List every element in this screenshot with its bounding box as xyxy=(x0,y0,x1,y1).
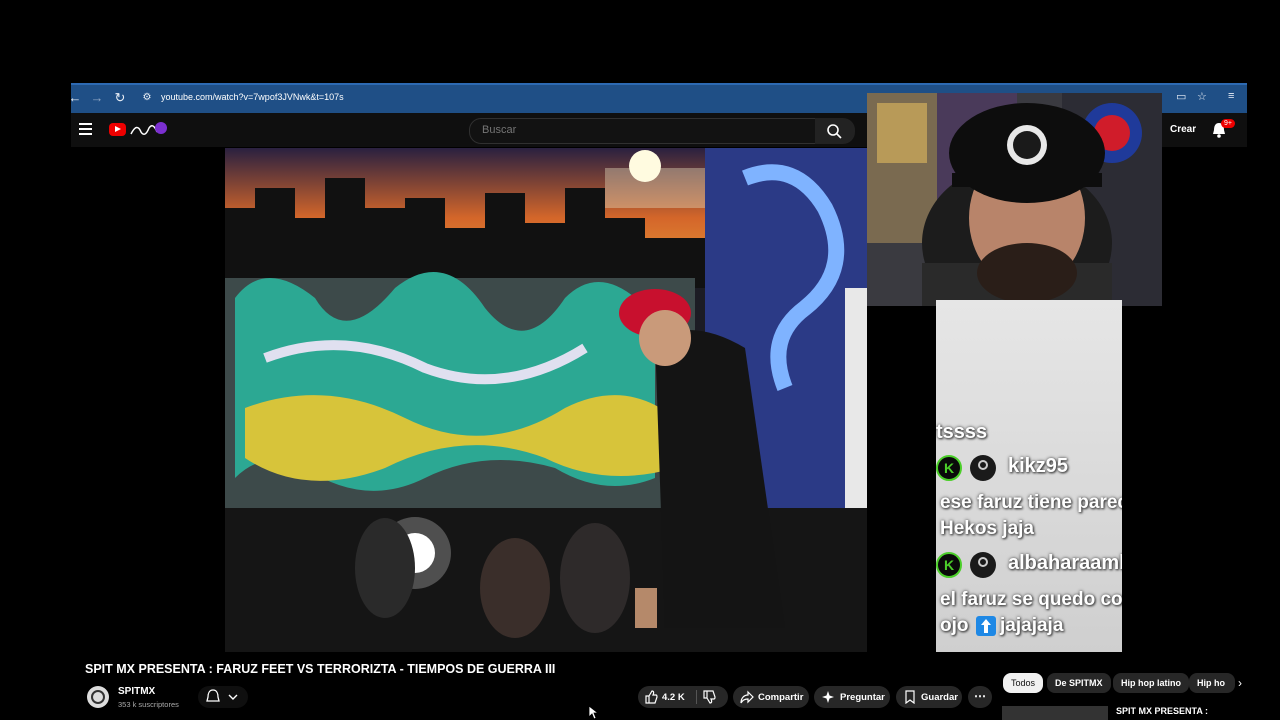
chat-username: albaharaambar xyxy=(1008,552,1122,574)
save-button[interactable]: Guardar xyxy=(896,686,962,708)
save-label: Guardar xyxy=(921,692,958,703)
forward-arrow-icon[interactable]: → xyxy=(88,89,106,107)
reading-list-icon[interactable]: ≡ xyxy=(1228,90,1234,102)
chip-hip-hop[interactable]: Hip ho xyxy=(1189,673,1235,693)
chip-from-channel[interactable]: De SPITMX xyxy=(1047,673,1111,693)
video-player[interactable] xyxy=(225,148,867,652)
bell-dropdown-icon xyxy=(206,689,238,702)
streamer-webcam xyxy=(867,93,1162,306)
subscription-bell-button[interactable] xyxy=(198,686,248,708)
chat-message: ojo xyxy=(940,615,969,636)
like-count[interactable]: 4.2 K xyxy=(662,692,685,703)
chip-all[interactable]: Todos xyxy=(1003,673,1044,693)
chat-message: jajajaja xyxy=(1000,615,1064,636)
recommendation-title[interactable]: SPIT MX PRESENTA : xyxy=(1116,706,1208,716)
share-label: Compartir xyxy=(758,692,804,703)
more-actions-button[interactable]: ⋯ xyxy=(968,686,992,708)
video-frame-image xyxy=(225,148,867,652)
search-box[interactable] xyxy=(469,118,816,144)
ask-label: Preguntar xyxy=(840,692,885,703)
site-info-icon[interactable]: ⚙ xyxy=(138,89,156,107)
chevron-right-icon[interactable]: › xyxy=(1238,676,1242,690)
chat-message: ese faruz tiene parecido al xyxy=(940,492,1122,513)
kick-badge-icon xyxy=(936,455,962,481)
arrow-up-emoji-icon xyxy=(976,616,996,636)
bookmark-icon xyxy=(905,690,915,704)
reload-icon[interactable]: ↻ xyxy=(111,89,129,107)
like-dislike-group: 4.2 K xyxy=(638,686,728,708)
chat-message: el faruz se quedo con el buen xyxy=(940,589,1122,610)
webcam-image xyxy=(867,93,1162,306)
search-input[interactable] xyxy=(482,124,802,136)
pill-divider xyxy=(696,690,697,704)
share-button[interactable]: Compartir xyxy=(733,686,809,708)
mouse-cursor-icon xyxy=(589,706,599,720)
install-icon[interactable]: ▭ xyxy=(1176,90,1186,103)
channel-name[interactable]: SPITMX xyxy=(118,686,155,697)
like-icon[interactable] xyxy=(644,690,658,704)
notification-badge: 9+ xyxy=(1221,119,1235,128)
chat-username: kikz95 xyxy=(1008,455,1069,477)
chat-message: tssss xyxy=(936,421,988,443)
chat-message: Hekos jaja xyxy=(940,518,1034,539)
youtube-logo-icon[interactable] xyxy=(109,123,126,136)
recommendation-thumbnail[interactable] xyxy=(1002,706,1108,720)
stream-chat-overlay: tssss kikz95 ese faruz tiene parecido al… xyxy=(936,300,1122,652)
kick-badge-icon xyxy=(936,552,962,578)
ask-button[interactable]: Preguntar xyxy=(814,686,890,708)
dislike-icon[interactable] xyxy=(702,690,716,704)
back-arrow-icon[interactable]: ← xyxy=(66,89,84,107)
menu-icon[interactable] xyxy=(79,123,92,135)
search-icon xyxy=(827,124,842,139)
star-icon[interactable]: ☆ xyxy=(1197,90,1207,103)
address-bar[interactable]: youtube.com/watch?v=7wpof3JVNwk&t=107s xyxy=(161,92,344,102)
sparkle-icon xyxy=(822,691,834,703)
create-button[interactable]: Crear xyxy=(1170,124,1196,135)
user-avatar-icon xyxy=(970,552,996,578)
chip-hip-hop-latino[interactable]: Hip hop latino xyxy=(1113,673,1189,693)
search-button[interactable] xyxy=(815,118,855,144)
channel-avatar[interactable] xyxy=(87,686,109,708)
doodle-logo-icon[interactable] xyxy=(129,120,169,140)
video-title: SPIT MX PRESENTA : FARUZ FEET VS TERRORI… xyxy=(85,662,556,676)
more-dots-icon: ⋯ xyxy=(974,689,986,703)
share-icon xyxy=(740,690,754,704)
subscriber-count: 353 k suscriptores xyxy=(118,700,179,709)
user-avatar-icon xyxy=(970,455,996,481)
